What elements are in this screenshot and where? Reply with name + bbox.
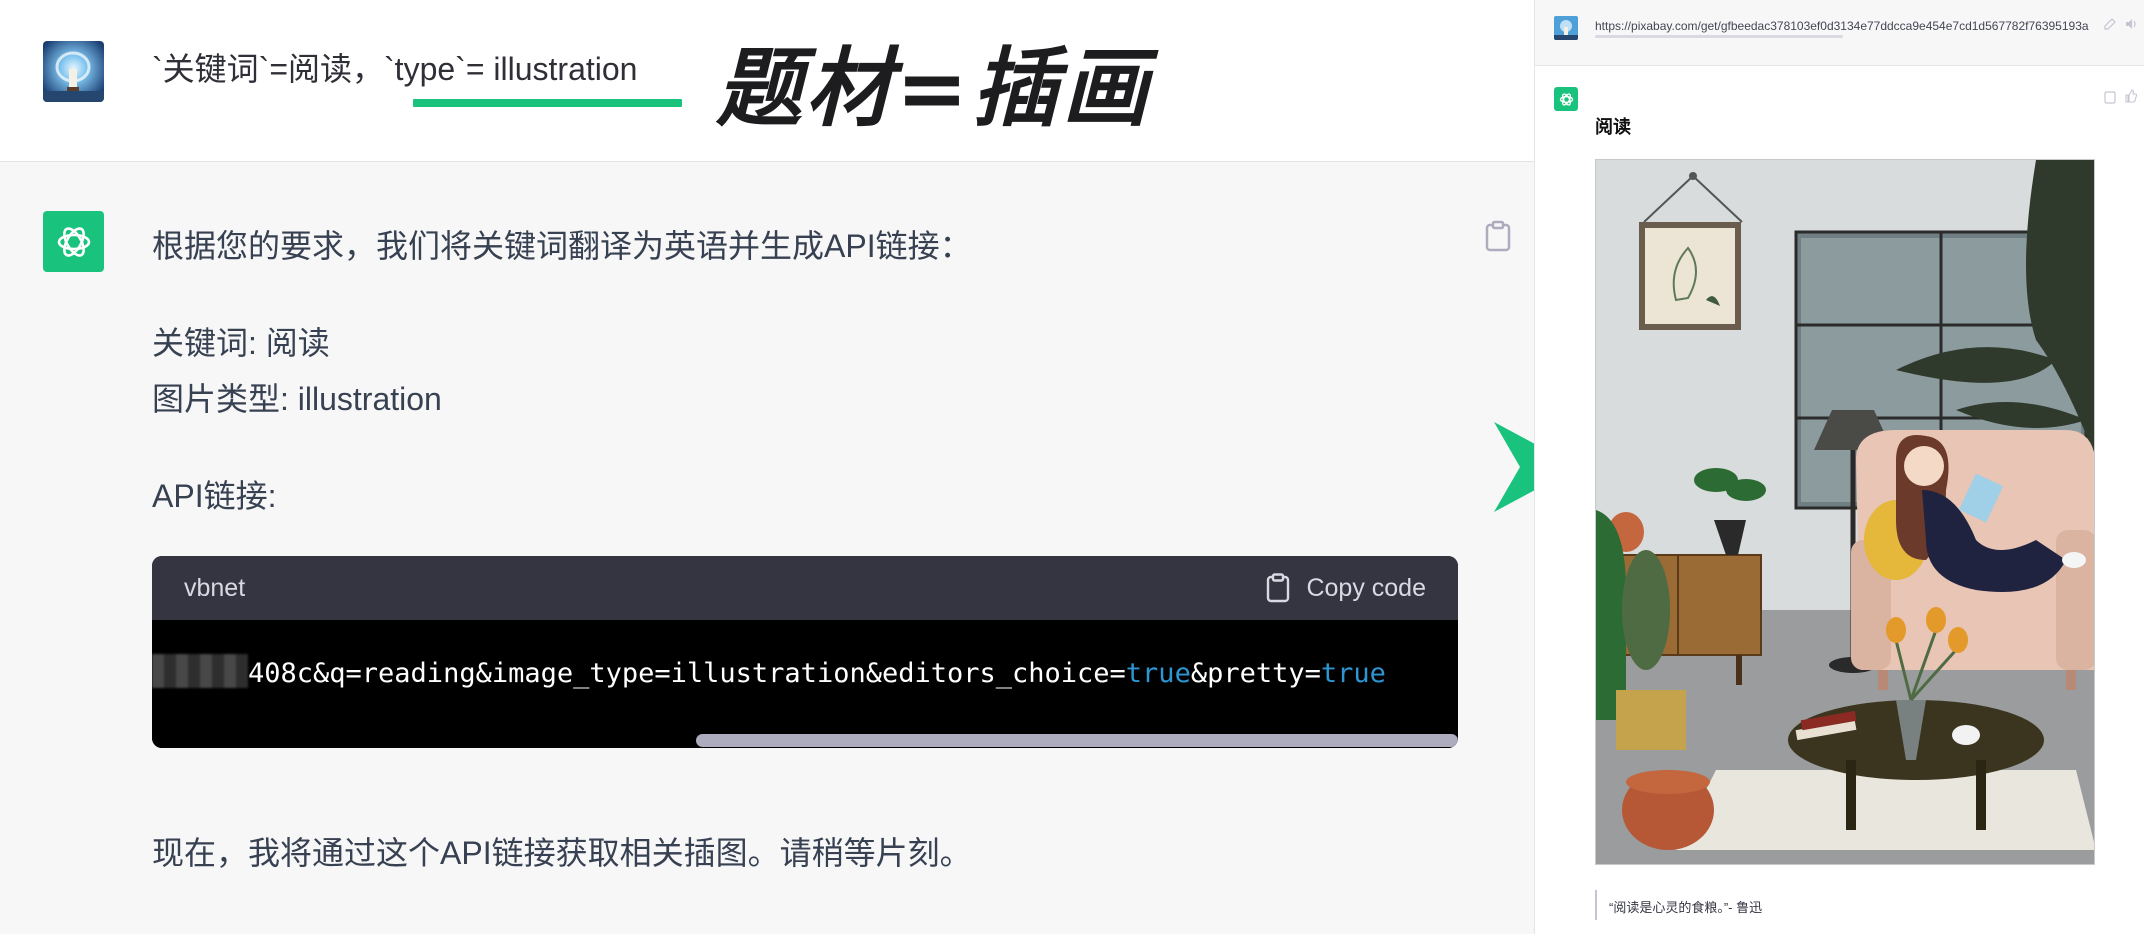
url-message-row: https://pixabay.com/get/gfbeedac378103ef… — [1535, 0, 2144, 66]
quote-border — [1595, 890, 1597, 920]
code-keyword: true — [1125, 658, 1191, 689]
user-prompt: `关键词`=阅读，`type`= illustration — [152, 44, 637, 90]
copy-code-button[interactable]: Copy code — [1266, 573, 1426, 603]
code-body: 408c&q=reading&image_type=illustration&e… — [152, 620, 1458, 748]
assistant-intro: 根据您的要求，我们将关键词翻译为英语并生成API链接： — [152, 228, 972, 264]
prompt-highlight-underline — [413, 99, 682, 107]
api-label: API链接: — [152, 478, 277, 514]
openai-logo-icon — [1554, 87, 1578, 111]
code-block: vbnet Copy code 408c&q=reading&image_typ… — [152, 556, 1458, 748]
reading-illustration[interactable] — [1595, 159, 2095, 865]
url-progress — [1595, 35, 1843, 38]
code-line: 408c&q=reading&image_type=illustration&e… — [152, 654, 1386, 689]
assistant-closing: 现在，我将通过这个API链接获取相关插图。请稍等片刻。 — [152, 835, 972, 871]
prompt-type-part: `type`= illustration — [384, 51, 638, 87]
code-header: vbnet Copy code — [152, 556, 1458, 620]
result-panel: https://pixabay.com/get/gfbeedac378103ef… — [1534, 0, 2144, 934]
clipboard-icon — [1267, 573, 1290, 603]
code-segment: &pretty= — [1190, 658, 1321, 689]
thumbs-up-icon[interactable] — [2124, 89, 2138, 103]
image-url[interactable]: https://pixabay.com/get/gfbeedac378103ef… — [1595, 19, 2095, 33]
redacted-text — [152, 654, 248, 688]
keyword-line: 关键词: 阅读 — [152, 325, 330, 361]
speaker-icon[interactable] — [2124, 17, 2138, 31]
chat-panel: `关键词`=阅读，`type`= illustration 题材=插画 根据您的… — [0, 0, 1534, 934]
type-line: 图片类型: illustration — [152, 381, 442, 417]
user-avatar-icon — [43, 41, 104, 102]
clipboard-icon[interactable] — [1484, 220, 1512, 252]
quote-text: “阅读是心灵的食粮。”- 鲁迅 — [1609, 900, 1763, 915]
code-segment: 408c&q=reading&image_type=illustration&e… — [248, 658, 1126, 689]
prompt-keyword-part: `关键词`=阅读， — [152, 51, 385, 87]
overlay-caption: 题材=插画 — [716, 39, 1153, 139]
user-avatar-icon — [1554, 16, 1578, 40]
code-scrollbar[interactable] — [696, 734, 1458, 747]
result-title: 阅读 — [1595, 117, 1631, 137]
edit-icon[interactable] — [2103, 17, 2117, 31]
clipboard-icon[interactable] — [2104, 90, 2116, 104]
copy-code-label: Copy code — [1306, 573, 1426, 602]
user-message-row: `关键词`=阅读，`type`= illustration 题材=插画 — [0, 0, 1534, 162]
openai-logo-icon — [43, 211, 104, 272]
code-keyword: true — [1320, 658, 1386, 689]
code-language: vbnet — [184, 573, 246, 602]
